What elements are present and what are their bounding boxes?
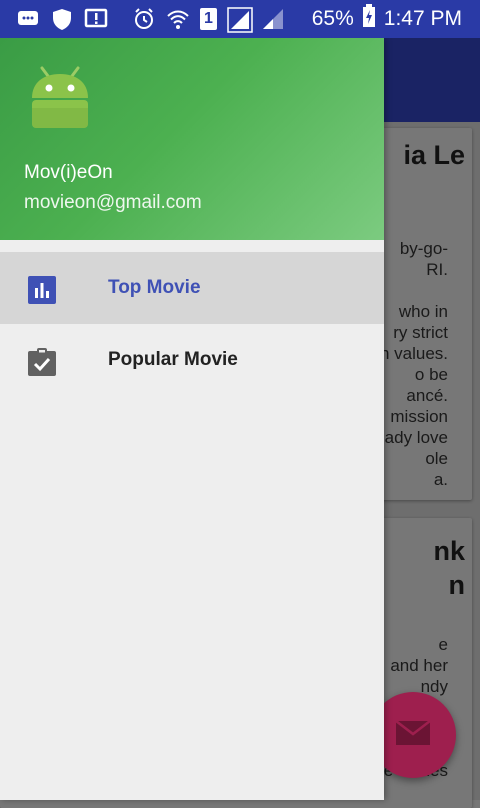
sim-slot-badge: 1 xyxy=(200,8,217,30)
wifi-icon xyxy=(166,7,190,31)
alert-icon xyxy=(84,7,108,31)
clipboard-check-icon xyxy=(28,348,56,376)
drawer-header: Mov(i)eOn movieon@gmail.com xyxy=(0,38,384,240)
navigation-drawer: Mov(i)eOn movieon@gmail.com Top Movie Po… xyxy=(0,38,384,800)
clock: 1:47 PM xyxy=(383,7,462,30)
bar-chart-icon xyxy=(28,276,56,304)
nav-item-top-movie[interactable]: Top Movie xyxy=(0,252,384,324)
signal-2-icon xyxy=(261,7,285,31)
nav-item-label: Top Movie xyxy=(108,277,201,298)
battery-percent: 65% xyxy=(311,7,354,30)
chat-icon xyxy=(16,7,40,31)
signal-icon xyxy=(227,7,253,33)
battery-charging-icon xyxy=(362,4,376,34)
shield-icon xyxy=(50,7,74,31)
alarm-icon xyxy=(132,7,156,31)
status-bar: 1 65% 1:47 PM xyxy=(0,0,480,38)
nav-item-label: Popular Movie xyxy=(108,349,238,370)
drawer-user-email: movieon@gmail.com xyxy=(24,192,202,213)
mail-icon xyxy=(395,719,431,751)
nav-item-popular-movie[interactable]: Popular Movie xyxy=(0,324,384,396)
android-icon[interactable] xyxy=(28,66,92,130)
drawer-user-name: Mov(i)eOn xyxy=(24,162,113,183)
